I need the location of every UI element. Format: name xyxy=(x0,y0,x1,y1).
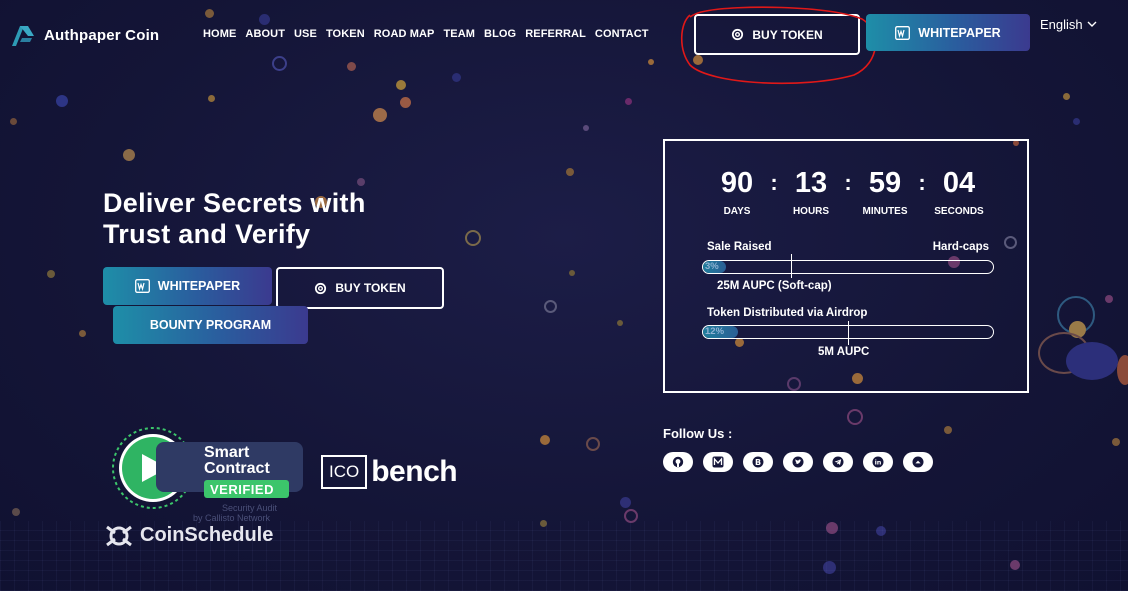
nav-team[interactable]: TEAM xyxy=(443,28,475,40)
icobench-logo[interactable]: ICO bench xyxy=(321,455,458,489)
soft-cap-label: 25M AUPC (Soft-cap) xyxy=(717,280,832,292)
seconds-label: SECONDS xyxy=(934,206,984,217)
smart-contract-verified-badge: Smart Contract VERIFIED Security Audit b… xyxy=(104,422,304,532)
nav-about[interactable]: ABOUT xyxy=(245,28,285,40)
social-links: B in xyxy=(663,452,933,472)
countdown-separator: : xyxy=(844,170,852,195)
bitcoin-icon: B xyxy=(752,456,764,468)
annotation-circle xyxy=(680,6,877,85)
nav-use[interactable]: USE xyxy=(294,28,317,40)
github-icon xyxy=(672,456,684,468)
nav-token[interactable]: TOKEN xyxy=(326,28,365,40)
airdrop-target-label: 5M AUPC xyxy=(818,346,870,358)
hero-title: Deliver Secrets with Trust and Verify xyxy=(103,188,366,250)
sale-raised-label: Sale Raised xyxy=(707,241,772,253)
language-selector[interactable]: English xyxy=(1040,17,1097,32)
audit-by-label: by Callisto Network xyxy=(193,513,271,523)
ico-box-label: ICO xyxy=(321,455,368,489)
twitter-icon xyxy=(792,456,804,468)
countdown-separator: : xyxy=(918,170,926,195)
hours-value: 13 xyxy=(794,167,828,199)
svg-text:B: B xyxy=(755,458,761,467)
airdrop-label: Token Distributed via Airdrop xyxy=(707,307,868,319)
hours-label: HOURS xyxy=(792,206,830,217)
header-whitepaper-button[interactable]: WHITEPAPER xyxy=(866,14,1030,51)
sale-progress-bar: 3% xyxy=(702,260,994,274)
follow-us-label: Follow Us : xyxy=(663,426,733,441)
twitter-link[interactable] xyxy=(783,452,813,472)
medium-link[interactable] xyxy=(703,452,733,472)
audit-label: Security Audit xyxy=(222,503,278,513)
scroll-top-link[interactable] xyxy=(903,452,933,472)
main-nav: HOME ABOUT USE TOKEN ROAD MAP TEAM BLOG … xyxy=(203,28,649,40)
document-icon xyxy=(895,25,911,40)
hero-buy-token-label: BUY TOKEN xyxy=(335,281,406,295)
bitcoin-link[interactable]: B xyxy=(743,452,773,472)
countdown-timer: 90 DAYS : 13 HOURS : 59 MINUTES : 04 SEC… xyxy=(665,167,1031,217)
telegram-link[interactable] xyxy=(823,452,853,472)
hero-buy-token-button[interactable]: BUY TOKEN xyxy=(276,267,444,309)
bounty-program-label: BOUNTY PROGRAM xyxy=(149,318,272,332)
language-label: English xyxy=(1040,17,1083,32)
coinschedule-icon xyxy=(106,525,132,546)
svg-text:in: in xyxy=(875,459,882,467)
telegram-icon xyxy=(832,456,844,468)
countdown-separator: : xyxy=(770,170,778,195)
hero-whitepaper-label: WHITEPAPER xyxy=(157,279,241,293)
nav-referral[interactable]: REFERRAL xyxy=(525,28,586,40)
hero-whitepaper-button[interactable]: WHITEPAPER xyxy=(103,267,272,305)
brand-logo[interactable]: Authpaper Coin xyxy=(10,22,159,48)
countdown-days: 90 DAYS xyxy=(704,167,770,217)
hard-caps-label: Hard-caps xyxy=(932,241,989,253)
medium-icon xyxy=(712,456,724,468)
countdown-seconds: 04 SECONDS xyxy=(926,167,992,217)
linkedin-link[interactable]: in xyxy=(863,452,893,472)
bench-label: bench xyxy=(371,455,458,488)
chevron-down-icon xyxy=(1087,21,1097,27)
token-icon xyxy=(315,282,327,294)
ico-countdown-panel: 90 DAYS : 13 HOURS : 59 MINUTES : 04 SEC… xyxy=(663,139,1029,393)
github-link[interactable] xyxy=(663,452,693,472)
verified-label: VERIFIED xyxy=(210,482,274,497)
page: Authpaper Coin HOME ABOUT USE TOKEN ROAD… xyxy=(0,0,1128,591)
seconds-value: 04 xyxy=(942,167,976,199)
nav-road-map[interactable]: ROAD MAP xyxy=(374,28,435,40)
document-icon xyxy=(134,279,150,293)
minutes-label: MINUTES xyxy=(862,206,908,217)
hero-title-line-1: Deliver Secrets with xyxy=(103,188,366,218)
soft-cap-marker xyxy=(791,254,792,278)
brand-name: Authpaper Coin xyxy=(44,26,160,44)
hero-title-line-2: Trust and Verify xyxy=(103,219,311,249)
linkedin-icon: in xyxy=(872,456,884,468)
minutes-value: 59 xyxy=(868,167,902,199)
nav-home[interactable]: HOME xyxy=(203,28,236,40)
nav-contact[interactable]: CONTACT xyxy=(595,28,649,40)
sale-progress-fill: 3% xyxy=(703,261,727,273)
header-whitepaper-label: WHITEPAPER xyxy=(918,25,1001,40)
days-value: 90 xyxy=(720,167,754,199)
authpaper-logo-icon xyxy=(12,26,34,46)
airdrop-progress-fill: 12% xyxy=(703,326,738,338)
airdrop-target-marker xyxy=(848,321,849,345)
coinschedule-logo[interactable]: CoinSchedule xyxy=(104,524,273,547)
bounty-program-button[interactable]: BOUNTY PROGRAM xyxy=(113,306,308,344)
chevron-up-icon xyxy=(912,456,924,468)
coinschedule-label: CoinSchedule xyxy=(140,524,274,546)
smart-contract-line-2: Contract xyxy=(204,460,270,477)
days-label: DAYS xyxy=(723,206,751,217)
countdown-hours: 13 HOURS xyxy=(778,167,844,217)
nav-blog[interactable]: BLOG xyxy=(484,28,516,40)
countdown-minutes: 59 MINUTES xyxy=(852,167,918,217)
